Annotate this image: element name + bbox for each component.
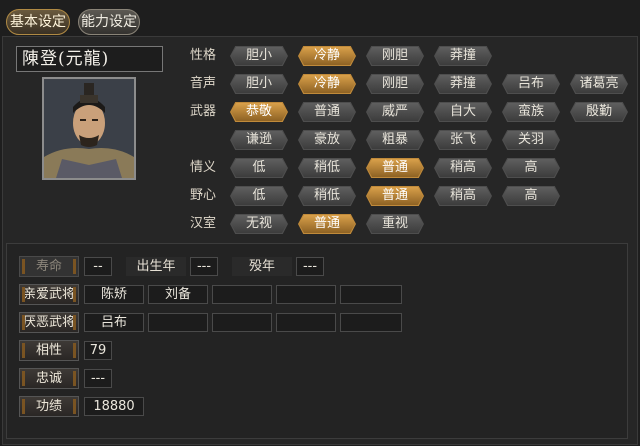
favored-general-slot[interactable]: 陈矫	[84, 285, 144, 304]
weapon-option-normal[interactable]: 普通	[298, 102, 356, 122]
birth-year-label: 出生年	[126, 257, 186, 276]
row-label-voice: 音声	[190, 76, 217, 91]
ambition-option-normal[interactable]: 普通	[366, 186, 424, 206]
tab-ability-settings[interactable]: 能力设定	[78, 9, 140, 35]
lifespan-label: 寿命	[19, 256, 79, 277]
weapon-option-arrogant[interactable]: 自大	[434, 102, 492, 122]
voice-option-bold[interactable]: 刚胆	[366, 74, 424, 94]
hated-generals-label: 厌恶武将	[19, 312, 79, 333]
hated-general-slot[interactable]	[340, 313, 402, 332]
death-year-value[interactable]: ---	[296, 257, 324, 276]
voice-option-calm[interactable]: 冷静	[298, 74, 356, 94]
righteousness-option-normal[interactable]: 普通	[366, 158, 424, 178]
favored-general-slot[interactable]	[276, 285, 336, 304]
weapon-option-barbarian[interactable]: 蛮族	[502, 102, 560, 122]
hated-general-slot[interactable]: 吕布	[84, 313, 144, 332]
hated-general-slot[interactable]	[148, 313, 208, 332]
righteousness-option-high[interactable]: 高	[502, 158, 560, 178]
row-label-personality: 性格	[190, 48, 217, 63]
voice-option-reckless[interactable]: 莽撞	[434, 74, 492, 94]
weapon-option-respectful[interactable]: 恭敬	[230, 102, 288, 122]
row-label-righteousness: 情义	[190, 160, 217, 175]
affinity-value[interactable]: 79	[84, 341, 112, 360]
righteousness-option-slightly-high[interactable]: 稍高	[434, 158, 492, 178]
han-option-value[interactable]: 重视	[366, 214, 424, 234]
loyalty-label: 忠诚	[19, 368, 79, 389]
voice-option-timid[interactable]: 胆小	[230, 74, 288, 94]
weapon-option-dignified[interactable]: 威严	[366, 102, 424, 122]
righteousness-option-low[interactable]: 低	[230, 158, 288, 178]
favored-general-slot[interactable]: 刘备	[148, 285, 208, 304]
weapon-option-rough[interactable]: 粗暴	[366, 130, 424, 150]
affinity-label: 相性	[19, 340, 79, 361]
personality-option-timid[interactable]: 胆小	[230, 46, 288, 66]
favored-general-slot[interactable]	[212, 285, 272, 304]
voice-option-lu-bu[interactable]: 吕布	[502, 74, 560, 94]
row-label-ambition: 野心	[190, 188, 217, 203]
ambition-option-slightly-high[interactable]: 稍高	[434, 186, 492, 206]
hated-general-slot[interactable]	[212, 313, 272, 332]
voice-option-zhuge-liang[interactable]: 诸葛亮	[570, 74, 628, 94]
han-option-normal[interactable]: 普通	[298, 214, 356, 234]
merit-value[interactable]: 18880	[84, 397, 144, 416]
favored-general-slot[interactable]	[340, 285, 402, 304]
weapon-option-courteous[interactable]: 殷勤	[570, 102, 628, 122]
personality-option-reckless[interactable]: 莽撞	[434, 46, 492, 66]
weapon-option-guan-yu[interactable]: 关羽	[502, 130, 560, 150]
personality-option-calm[interactable]: 冷静	[298, 46, 356, 66]
character-portrait	[42, 77, 136, 180]
ambition-option-low[interactable]: 低	[230, 186, 288, 206]
loyalty-value[interactable]: ---	[84, 369, 112, 388]
merit-label: 功绩	[19, 396, 79, 417]
birth-year-value[interactable]: ---	[190, 257, 218, 276]
ambition-option-slightly-low[interactable]: 稍低	[298, 186, 356, 206]
death-year-label: 殁年	[232, 257, 292, 276]
ambition-option-high[interactable]: 高	[502, 186, 560, 206]
row-label-weapon: 武器	[190, 104, 217, 119]
personality-option-bold[interactable]: 刚胆	[366, 46, 424, 66]
favored-generals-label: 亲爱武将	[19, 284, 79, 305]
righteousness-option-slightly-low[interactable]: 稍低	[298, 158, 356, 178]
tab-basic-settings[interactable]: 基本设定	[6, 9, 70, 35]
character-name[interactable]: 陳登(元龍)	[16, 46, 163, 72]
weapon-option-humble[interactable]: 谦逊	[230, 130, 288, 150]
weapon-option-bold-free[interactable]: 豪放	[298, 130, 356, 150]
han-option-ignore[interactable]: 无视	[230, 214, 288, 234]
weapon-option-zhang-fei[interactable]: 张飞	[434, 130, 492, 150]
lifespan-value[interactable]: --	[84, 257, 112, 276]
hated-general-slot[interactable]	[276, 313, 336, 332]
row-label-han-court: 汉室	[190, 216, 217, 231]
